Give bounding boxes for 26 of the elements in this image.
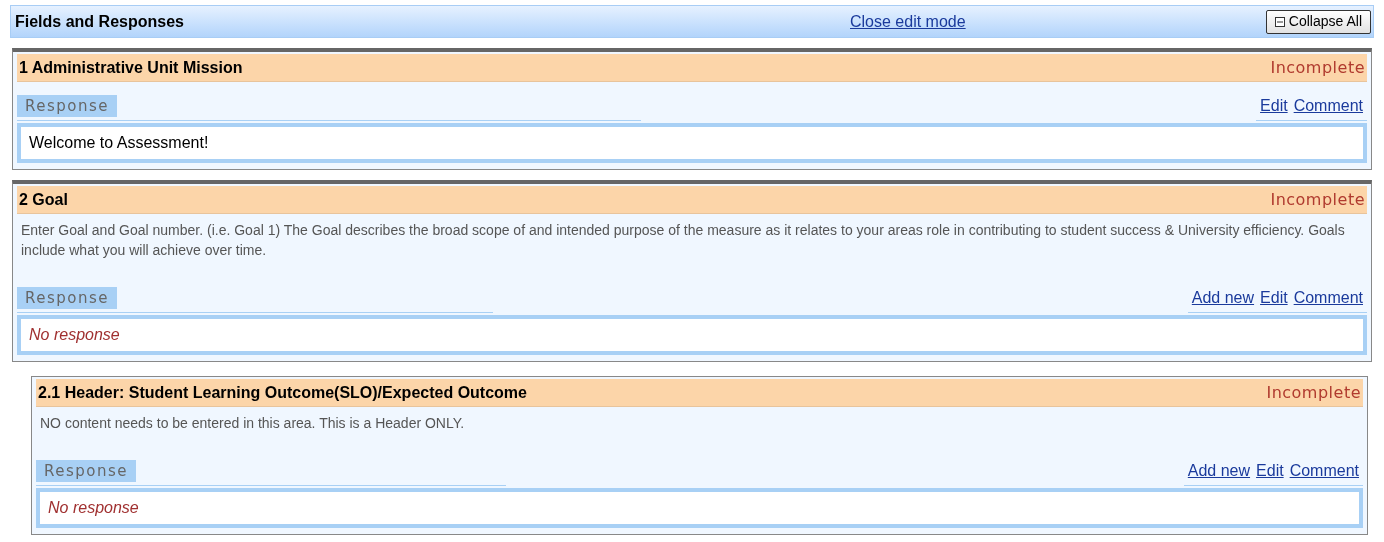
action-link[interactable]: Comment xyxy=(1293,286,1363,310)
collapse-all-button[interactable]: Collapse All xyxy=(1265,9,1371,34)
response-text: No response xyxy=(48,498,139,518)
response-text: No response xyxy=(29,325,120,345)
action-link[interactable]: Comment xyxy=(1289,459,1359,483)
close-edit-link[interactable]: Close edit mode xyxy=(850,9,966,34)
section-title: 1 Administrative Unit Mission xyxy=(19,57,243,78)
section-title: 2.1 Header: Student Learning Outcome(SLO)/Expected Outcome xyxy=(38,382,527,403)
section-description: NO content needs to be entered in this area. This is a Header ONLY. xyxy=(39,414,466,433)
response-label: Response xyxy=(36,460,137,482)
action-link[interactable]: Add new xyxy=(1187,459,1251,483)
collapse-icon xyxy=(1274,16,1285,27)
action-link[interactable]: Edit xyxy=(1256,459,1284,483)
action-link[interactable]: Edit xyxy=(1260,286,1288,310)
action-link[interactable]: Add new xyxy=(1191,286,1255,310)
status-label: Incomplete xyxy=(1270,188,1365,211)
action-link[interactable]: Comment xyxy=(1293,94,1363,118)
action-link[interactable]: Edit xyxy=(1260,94,1288,118)
response-text: Welcome to Assessment! xyxy=(29,133,209,153)
status-label: Incomplete xyxy=(1270,56,1365,79)
response-label: Response xyxy=(17,287,118,309)
section-description: Enter Goal and Goal number. (i.e. Goal 1) The Goal describes the broad scope of and intended purpose of the measure as it relates to your areas role in contributing to student success & University efficiency. Goals include what you will achieve over time. xyxy=(20,221,1346,260)
section-title: 2 Goal xyxy=(19,189,68,210)
status-label: Incomplete xyxy=(1266,381,1361,404)
header-title: Fields and Responses xyxy=(15,11,185,32)
response-label: Response xyxy=(17,95,118,117)
